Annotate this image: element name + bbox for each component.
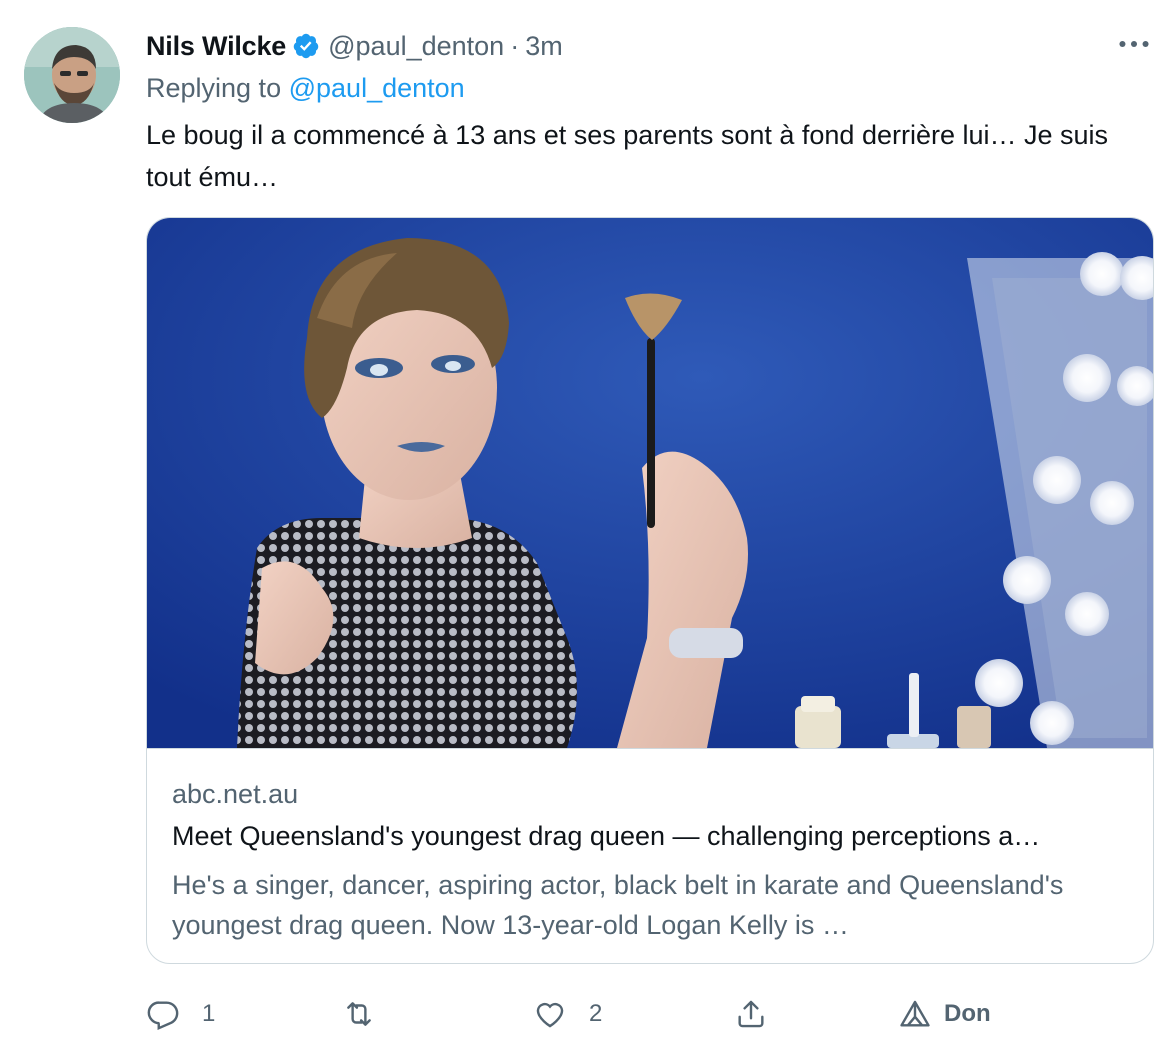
- reply-icon: [147, 1001, 179, 1031]
- donate-label: Don: [944, 1000, 991, 1027]
- donate-triangle-icon: [900, 1000, 930, 1027]
- more-options-button[interactable]: [1114, 30, 1154, 58]
- avatar-photo: [24, 27, 120, 123]
- card-description: He's a singer, dancer, aspiring actor, b…: [172, 870, 1064, 940]
- heart-icon: [536, 1002, 564, 1028]
- donate-button[interactable]: Don: [898, 992, 991, 1036]
- replying-to: Replying to @paul_denton: [146, 73, 465, 104]
- verified-badge-icon: [292, 32, 320, 60]
- card-body: abc.net.au Meet Queensland's youngest dr…: [147, 748, 1153, 963]
- tweet-header: Nils Wilcke @paul_denton · 3m: [146, 28, 563, 64]
- more-dots-icon: [1119, 40, 1149, 48]
- like-count: 2: [589, 1000, 603, 1027]
- tweet[interactable]: Nils Wilcke @paul_denton · 3m Replying t…: [0, 0, 1174, 1056]
- share-icon: [738, 1000, 764, 1028]
- replying-to-mention[interactable]: @paul_denton: [289, 73, 465, 103]
- separator-dot: ·: [510, 30, 520, 61]
- action-bar: 1 2 Don: [146, 992, 1146, 1036]
- avatar[interactable]: [24, 27, 120, 123]
- replying-to-label: Replying to: [146, 73, 282, 103]
- author-name[interactable]: Nils Wilcke: [146, 31, 286, 62]
- timestamp[interactable]: 3m: [525, 31, 563, 62]
- share-button[interactable]: [734, 992, 768, 1036]
- link-card[interactable]: abc.net.au Meet Queensland's youngest dr…: [146, 217, 1154, 964]
- retweet-icon: [347, 1002, 371, 1026]
- like-button[interactable]: 2: [533, 992, 602, 1036]
- author-handle[interactable]: @paul_denton: [328, 31, 504, 62]
- reply-count: 1: [202, 1000, 216, 1027]
- card-title: Meet Queensland's youngest drag queen — …: [172, 821, 1041, 851]
- reply-button[interactable]: 1: [146, 992, 215, 1036]
- tweet-text: Le boug il a commencé à 13 ans et ses pa…: [146, 120, 1109, 192]
- card-image: [147, 218, 1153, 748]
- retweet-button[interactable]: [342, 992, 398, 1036]
- card-domain: abc.net.au: [172, 779, 299, 809]
